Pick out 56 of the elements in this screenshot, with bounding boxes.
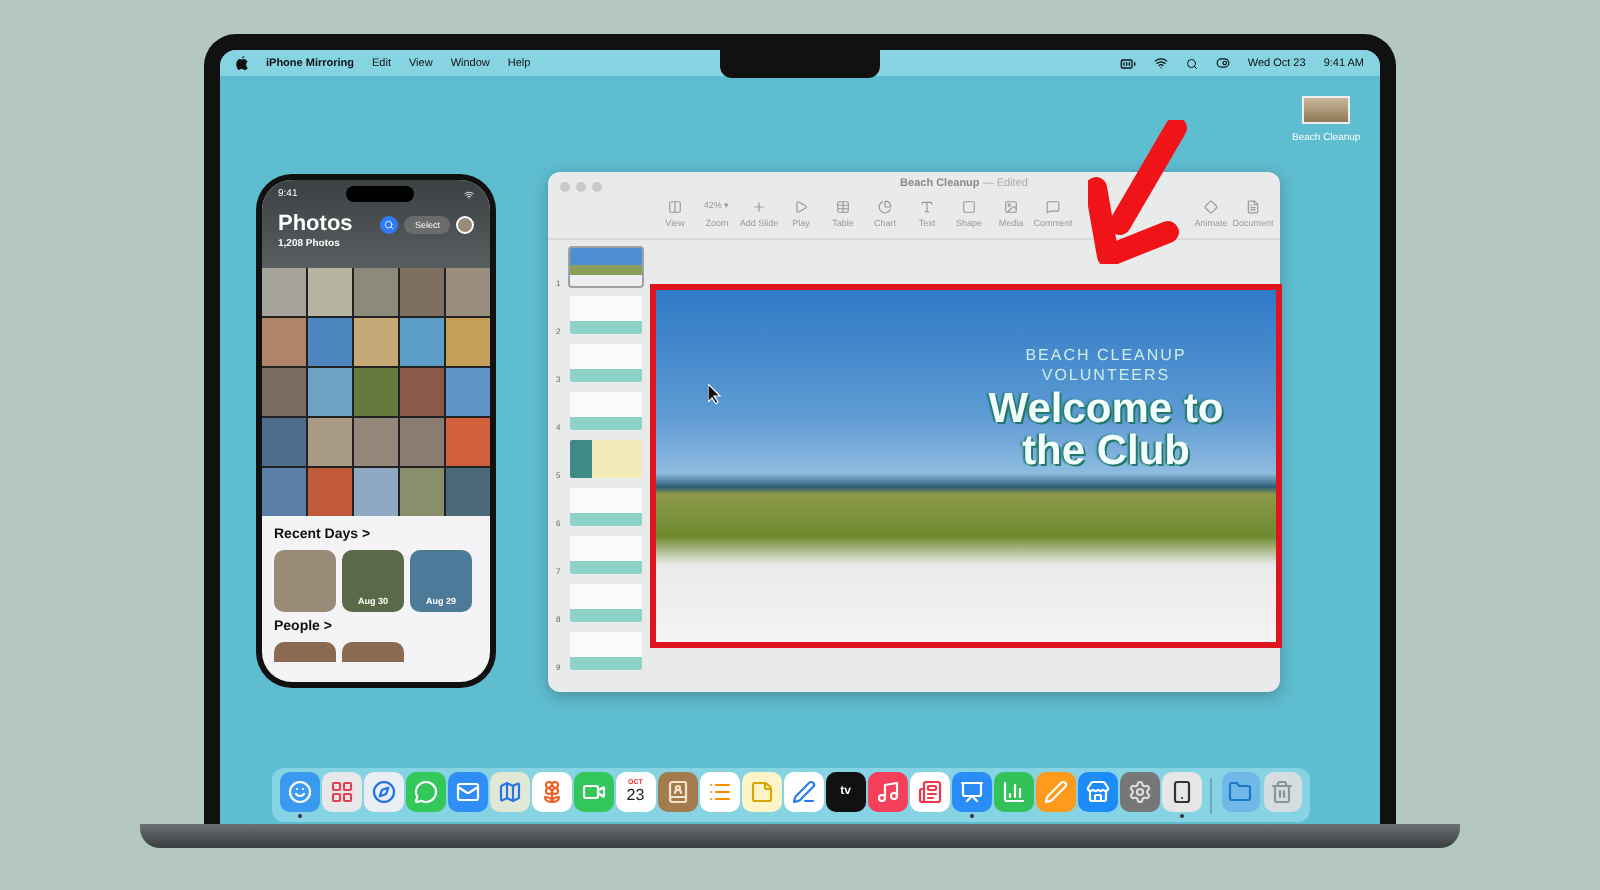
- contacts-icon[interactable]: [658, 772, 697, 812]
- notepad-icon[interactable]: [742, 772, 781, 812]
- chat-bubble-icon[interactable]: [406, 772, 445, 812]
- news-icon[interactable]: [910, 772, 949, 812]
- sidebar-icon: [668, 200, 682, 214]
- folder-icon[interactable]: [1221, 772, 1260, 812]
- slide-thumbnail[interactable]: [568, 246, 644, 288]
- photo-placeholder[interactable]: [274, 550, 336, 612]
- photo-placeholder[interactable]: [274, 642, 336, 662]
- close-button[interactable]: [560, 182, 570, 192]
- battery-icon[interactable]: [1119, 55, 1136, 71]
- flower-icon[interactable]: [532, 772, 571, 812]
- wifi-icon[interactable]: [1153, 56, 1168, 70]
- text-icon: [920, 200, 934, 214]
- document-icon: [1246, 200, 1260, 214]
- cursor-icon: [708, 384, 722, 404]
- running-dot: [969, 813, 974, 818]
- pen-icon[interactable]: [1036, 772, 1075, 812]
- diamond-icon: [1204, 200, 1218, 214]
- phone-icon[interactable]: [1162, 772, 1201, 812]
- face-icon[interactable]: [280, 772, 319, 812]
- music-note-icon[interactable]: [868, 772, 907, 812]
- envelope-icon[interactable]: [448, 772, 487, 812]
- dynamic-island: [346, 186, 415, 202]
- plus-icon: [752, 200, 766, 214]
- trash-icon[interactable]: [1263, 772, 1302, 812]
- zoom-button[interactable]: [592, 182, 602, 192]
- grid-icon[interactable]: [322, 772, 361, 812]
- bar-chart-icon[interactable]: [994, 772, 1033, 812]
- slide-subtitle: BEACH CLEANUP VOLUNTEERS: [1025, 346, 1187, 385]
- list-icon[interactable]: [700, 772, 739, 812]
- running-dot: [1179, 813, 1184, 818]
- map-icon[interactable]: [490, 772, 529, 812]
- wifi-icon: [463, 189, 474, 199]
- video-camera-icon[interactable]: [574, 772, 613, 812]
- image-icon: [1004, 200, 1018, 214]
- speech-bubble-icon: [1046, 200, 1060, 214]
- apple-logo-icon[interactable]: [236, 56, 248, 70]
- app-store-icon[interactable]: [1078, 772, 1117, 812]
- square-icon: [962, 200, 976, 214]
- control-center-icon[interactable]: [1215, 56, 1230, 70]
- podium-icon[interactable]: [952, 772, 991, 812]
- pie-chart-icon: [878, 200, 892, 214]
- search-icon[interactable]: [380, 215, 399, 233]
- slide-title: Welcome to the Club: [988, 388, 1224, 473]
- search-icon[interactable]: [1185, 57, 1198, 69]
- minimize-button[interactable]: [576, 182, 586, 192]
- avatar-icon[interactable]: [456, 215, 474, 233]
- photo-placeholder[interactable]: [342, 642, 404, 662]
- compass-icon[interactable]: [364, 772, 403, 812]
- table-icon: [836, 200, 850, 214]
- play-icon: [794, 200, 808, 214]
- photos-title: Photos: [278, 212, 355, 236]
- drawing-board-icon[interactable]: [784, 772, 823, 812]
- file-thumbnail[interactable]: [1302, 96, 1351, 124]
- running-dot: [297, 813, 302, 818]
